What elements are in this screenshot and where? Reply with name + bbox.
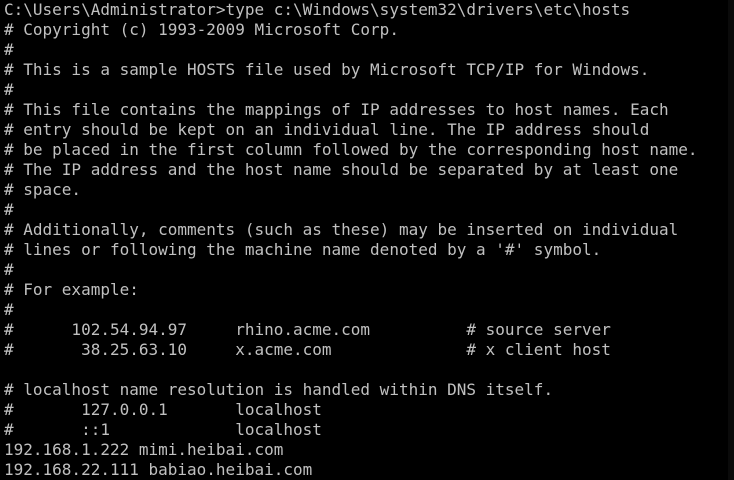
console-line: # <box>4 260 14 279</box>
console-line: # Copyright (c) 1993-2009 Microsoft Corp… <box>4 20 399 39</box>
console-line: # 102.54.94.97 rhino.acme.com # source s… <box>4 320 611 339</box>
hosts-entry: 192.168.1.222 mimi.heibai.com <box>4 440 284 459</box>
console-line: # <box>4 300 14 319</box>
console-line: # The IP address and the host name shoul… <box>4 160 679 179</box>
console-line: # entry should be kept on an individual … <box>4 120 650 139</box>
console-line: # 38.25.63.10 x.acme.com # x client host <box>4 340 611 359</box>
console-line: # For example: <box>4 280 139 299</box>
console-line: # space. <box>4 180 82 199</box>
console-line: # This file contains the mappings of IP … <box>4 100 669 119</box>
console-line: # localhost name resolution is handled w… <box>4 380 554 399</box>
console-line: # 127.0.0.1 localhost <box>4 400 322 419</box>
console-line: # This is a sample HOSTS file used by Mi… <box>4 60 650 79</box>
hosts-entry: 192.168.22.111 babiao.heibai.com <box>4 460 313 479</box>
console-line: # <box>4 200 14 219</box>
console-line: # Additionally, comments (such as these)… <box>4 220 679 239</box>
console-window[interactable]: C:\Users\Administrator>type c:\Windows\s… <box>0 0 734 480</box>
console-line-command: C:\Users\Administrator>type c:\Windows\s… <box>4 0 631 19</box>
console-line: # lines or following the machine name de… <box>4 240 602 259</box>
console-line: # <box>4 80 14 99</box>
console-line: # be placed in the first column followed… <box>4 140 698 159</box>
console-line: # <box>4 40 14 59</box>
console-scrollbar-edge[interactable] <box>728 0 734 480</box>
console-line: # ::1 localhost <box>4 420 322 439</box>
